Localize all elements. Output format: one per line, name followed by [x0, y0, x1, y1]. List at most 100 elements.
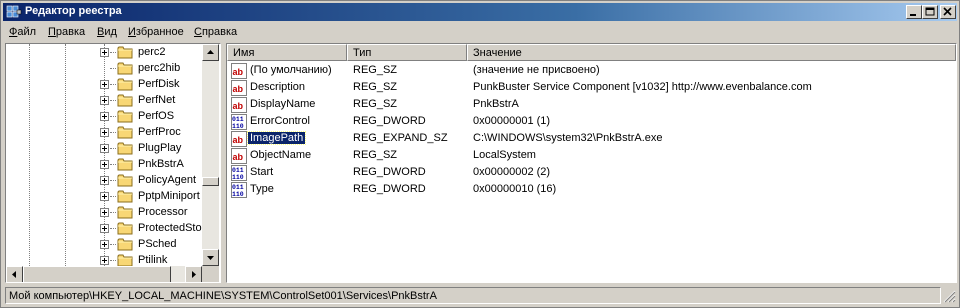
- menu-edit[interactable]: Правка: [48, 26, 85, 38]
- value-data: 0x00000001 (1): [473, 115, 551, 127]
- minimize-icon: [910, 14, 916, 16]
- value-type: REG_DWORD: [353, 115, 426, 127]
- close-button[interactable]: [940, 5, 956, 19]
- tree-item[interactable]: PlugPlay: [6, 140, 202, 156]
- tree-item-label: PerfProc: [138, 126, 181, 138]
- menu-view[interactable]: Вид: [97, 26, 117, 38]
- expand-plus-icon[interactable]: [100, 208, 109, 217]
- value-row[interactable]: ab DisplayName REG_SZ PnkBstrA: [227, 96, 956, 113]
- scroll-down-button[interactable]: [202, 249, 219, 266]
- tree-item[interactable]: PSched: [6, 236, 202, 252]
- menu-favorites[interactable]: Избранное: [128, 26, 184, 38]
- close-icon: [943, 7, 952, 16]
- tree-vertical-scrollbar[interactable]: [202, 44, 219, 266]
- title-bar[interactable]: Редактор реестра: [3, 3, 957, 21]
- tree-item[interactable]: PerfNet: [6, 92, 202, 108]
- value-row[interactable]: ab (По умолчанию) REG_SZ (значение не присв…: [227, 62, 956, 79]
- menu-help[interactable]: Справка: [194, 26, 237, 38]
- menu-file[interactable]: Файл: [9, 26, 36, 38]
- registry-editor-window: Редактор реестра Файл Правка Вид Избранн…: [0, 0, 960, 308]
- tree-item[interactable]: PnkBstrA: [6, 156, 202, 172]
- tree-item[interactable]: PolicyAgent: [6, 172, 202, 188]
- folder-icon: [117, 206, 133, 219]
- svg-text:011: 011: [232, 116, 244, 123]
- scroll-left-button[interactable]: [6, 266, 23, 282]
- tree-item-label: PerfOS: [138, 110, 175, 122]
- value-data: PnkBstrA: [473, 98, 519, 110]
- value-name: ObjectName: [250, 149, 312, 161]
- tree-connector: [110, 132, 116, 133]
- folder-icon: [117, 126, 133, 139]
- expand-plus-icon[interactable]: [100, 160, 109, 169]
- value-row[interactable]: 011 110 Type REG_DWORD 0x00000010 (16): [227, 181, 956, 198]
- column-header-type[interactable]: Тип: [347, 44, 467, 61]
- tree-item-label: PlugPlay: [138, 142, 182, 154]
- expand-plus-icon[interactable]: [100, 96, 109, 105]
- tree-item[interactable]: ProtectedStor: [6, 220, 202, 236]
- tree-item[interactable]: Processor: [6, 204, 202, 220]
- tree-item-label: PptpMiniport: [138, 190, 200, 202]
- value-row[interactable]: ab Description REG_SZ PunkBuster Service Co…: [227, 79, 956, 96]
- tree-item-label: Processor: [138, 206, 188, 218]
- value-data: (значение не присвоено): [473, 64, 600, 76]
- tree-item[interactable]: PerfOS: [6, 108, 202, 124]
- expand-plus-icon[interactable]: [100, 256, 109, 265]
- expand-plus-icon[interactable]: [100, 128, 109, 137]
- expand-plus-icon[interactable]: [100, 240, 109, 249]
- value-row[interactable]: 011 110 ErrorControl REG_DWORD 0x00000001 (1…: [227, 113, 956, 130]
- tree-view: perc2 perc2hib PerfDisk PerfNet PerfOS PerfPr…: [6, 44, 202, 266]
- value-type: REG_SZ: [353, 81, 398, 93]
- value-row[interactable]: ab ObjectName REG_SZ LocalSystem: [227, 147, 956, 164]
- tree-item[interactable]: Ptilink: [6, 252, 202, 266]
- expand-plus-icon[interactable]: [100, 48, 109, 57]
- menu-file-label: айл: [17, 26, 37, 38]
- tree-item[interactable]: perc2hib: [6, 60, 202, 76]
- tree-item-label: ProtectedStor: [138, 222, 202, 234]
- string-value-icon: ab: [231, 80, 247, 96]
- value-name: ImagePath: [246, 131, 307, 145]
- menu-help-label: правка: [201, 26, 238, 38]
- tree-horizontal-scrollbar[interactable]: [6, 266, 202, 282]
- menu-favorites-accel: И: [128, 26, 136, 38]
- horizontal-scroll-thumb[interactable]: [23, 266, 171, 282]
- tree-connector: [110, 228, 116, 229]
- menu-bar: Файл Правка Вид Избранное Справка: [3, 23, 957, 42]
- menu-view-label: ид: [104, 26, 117, 38]
- vertical-scroll-thumb[interactable]: [202, 177, 219, 186]
- tree-item[interactable]: perc2: [6, 44, 202, 60]
- values-list-pane[interactable]: Имя Тип Значение ab (По умолчанию) REG_SZ (…: [226, 43, 957, 283]
- column-header-data[interactable]: Значение: [467, 44, 956, 61]
- expand-plus-icon[interactable]: [100, 80, 109, 89]
- value-row[interactable]: ab ImagePath REG_EXPAND_SZ C:\WINDOWS\syste…: [227, 130, 956, 147]
- value-name: Start: [250, 166, 274, 178]
- tree-connector: [110, 164, 116, 165]
- value-data: 0x00000010 (16): [473, 183, 557, 195]
- maximize-button[interactable]: [922, 5, 938, 19]
- expand-plus-icon[interactable]: [100, 224, 109, 233]
- registry-tree-pane[interactable]: perc2 perc2hib PerfDisk PerfNet PerfOS PerfPr…: [5, 43, 221, 283]
- value-row[interactable]: 011 110 Start REG_DWORD 0x00000002 (2): [227, 164, 956, 181]
- tree-connector: [110, 100, 116, 101]
- expand-plus-icon[interactable]: [100, 192, 109, 201]
- tree-item-label: PSched: [138, 238, 177, 250]
- expand-plus-icon[interactable]: [100, 144, 109, 153]
- tree-connector: [110, 148, 116, 149]
- tree-item[interactable]: PerfDisk: [6, 76, 202, 92]
- minimize-button[interactable]: [906, 5, 922, 19]
- column-header-name[interactable]: Имя: [227, 44, 347, 61]
- folder-icon: [117, 190, 133, 203]
- tree-connector: [110, 212, 116, 213]
- scroll-up-button[interactable]: [202, 44, 219, 61]
- svg-text:ab: ab: [233, 67, 244, 77]
- expand-plus-icon[interactable]: [100, 176, 109, 185]
- menu-favorites-label: збранное: [135, 26, 184, 38]
- tree-item[interactable]: PerfProc: [6, 124, 202, 140]
- value-type: REG_EXPAND_SZ: [353, 132, 448, 144]
- tree-item[interactable]: PptpMiniport: [6, 188, 202, 204]
- svg-text:110: 110: [232, 123, 244, 130]
- expand-plus-icon[interactable]: [100, 112, 109, 121]
- folder-icon: [117, 238, 133, 251]
- svg-text:110: 110: [232, 174, 244, 181]
- scroll-right-button[interactable]: [185, 266, 202, 282]
- resize-grip-icon[interactable]: [943, 290, 956, 303]
